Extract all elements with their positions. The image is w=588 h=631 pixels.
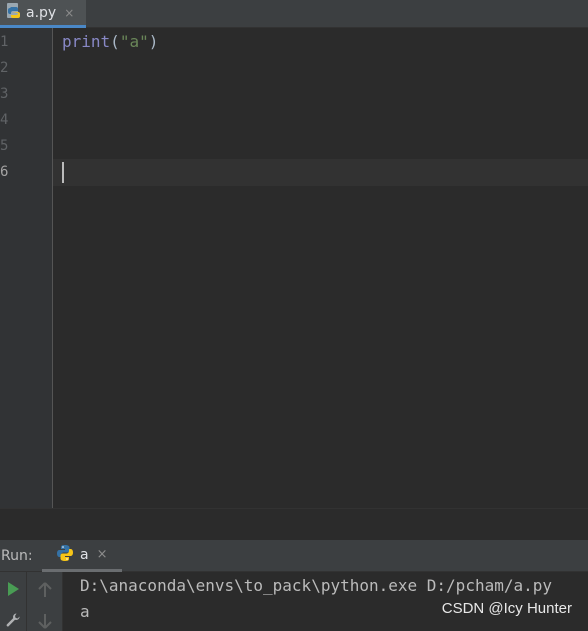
editor-tab-a-py[interactable]: a.py × bbox=[0, 0, 86, 28]
ide-window: a.py × 1 2 3 4 5 6 print("a") Run: a × D… bbox=[0, 0, 588, 631]
run-tab-a[interactable]: a × bbox=[42, 540, 122, 572]
watermark: CSDN @Icy Hunter bbox=[441, 600, 572, 617]
line-number: 2 bbox=[0, 60, 9, 76]
run-panel-title: Run: bbox=[1, 548, 33, 564]
editor-tab-label: a.py bbox=[26, 4, 57, 21]
close-run-tab-icon[interactable]: × bbox=[97, 547, 108, 562]
close-paren: ) bbox=[148, 32, 159, 51]
python-file-icon bbox=[6, 2, 22, 24]
line-number: 4 bbox=[0, 112, 9, 128]
console-output-line: a bbox=[80, 602, 90, 621]
rerun-button[interactable] bbox=[2, 580, 24, 602]
code-line-1: print("a") bbox=[62, 29, 158, 55]
line-number: 3 bbox=[0, 86, 9, 102]
console-output-line: D:\anaconda\envs\to_pack\python.exe D:/p… bbox=[80, 576, 553, 595]
line-number-gutter: 1 2 3 4 5 6 bbox=[0, 28, 53, 508]
builtin-print: print bbox=[62, 32, 111, 51]
run-tab-label: a bbox=[80, 546, 89, 563]
settings-button[interactable] bbox=[2, 611, 24, 631]
string-literal: "a" bbox=[119, 32, 149, 51]
python-icon bbox=[56, 544, 74, 566]
previous-occurrence-button[interactable] bbox=[34, 581, 56, 603]
editor-tab-bar: a.py × bbox=[0, 0, 588, 28]
line-number: 1 bbox=[0, 34, 9, 50]
arrow-down-icon bbox=[38, 613, 52, 631]
text-caret bbox=[62, 162, 64, 183]
line-number: 5 bbox=[0, 138, 9, 154]
arrow-up-icon bbox=[38, 582, 52, 602]
current-line-highlight bbox=[0, 159, 588, 186]
run-toolbar bbox=[0, 572, 27, 631]
next-occurrence-button[interactable] bbox=[34, 612, 56, 631]
code-editor[interactable]: 1 2 3 4 5 6 print("a") bbox=[0, 28, 588, 508]
wrench-icon bbox=[5, 612, 21, 631]
console-nav-toolbar bbox=[27, 572, 63, 631]
play-icon bbox=[6, 581, 20, 601]
close-tab-icon[interactable]: × bbox=[64, 7, 74, 19]
line-number-current: 6 bbox=[0, 164, 9, 180]
open-paren: ( bbox=[110, 32, 120, 51]
panel-splitter[interactable] bbox=[0, 508, 588, 540]
run-panel-header: Run: a × bbox=[0, 540, 588, 572]
